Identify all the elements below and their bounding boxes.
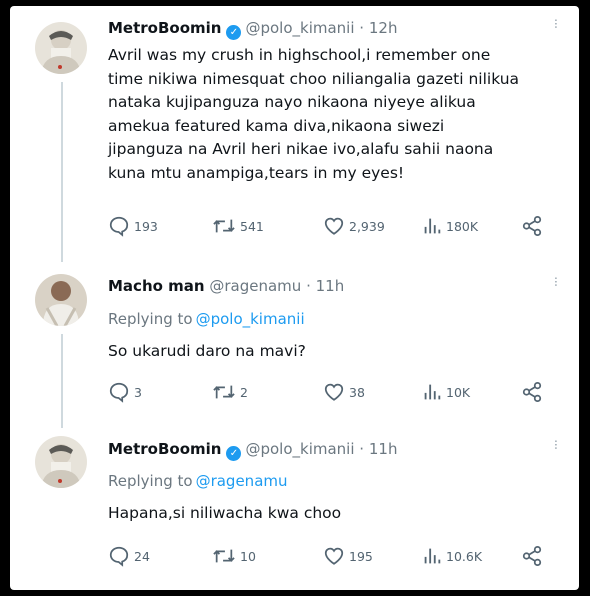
like-button[interactable]: 195 xyxy=(323,544,373,568)
tweet-actions: 3 2 38 10K xyxy=(108,380,558,404)
replying-label: Replying to xyxy=(108,472,193,490)
reply-icon xyxy=(109,382,129,403)
views-count: 10.6K xyxy=(446,548,483,564)
views-icon xyxy=(424,218,441,234)
verified-badge-icon: ✓ xyxy=(226,446,242,461)
views-icon xyxy=(424,384,441,400)
text-line: amekua featured kama diva,nikaona siwezi xyxy=(108,116,445,135)
views-button[interactable]: 10.6K xyxy=(422,544,482,568)
like-button[interactable]: 2,939 xyxy=(323,214,385,238)
avatar-image xyxy=(35,436,87,488)
more-icon[interactable]: ··· xyxy=(547,276,563,286)
retweet-icon xyxy=(213,549,235,563)
tweet-text: Avril was my crush in highschool,i remem… xyxy=(108,44,519,185)
tweet-reply[interactable]: Macho man @ragenamu · 11h ··· Replying t… xyxy=(10,258,579,420)
tweet-header: MetroBoomin ✓ @polo_kimanii · 11h xyxy=(108,440,397,461)
timestamp[interactable]: 12h xyxy=(369,19,398,37)
share-icon xyxy=(522,545,542,567)
replying-to: Replying to @ragenamu xyxy=(108,472,288,490)
avatar-image xyxy=(35,274,87,326)
text-line: nataka kujipanguza nayo nikaona niyeye a… xyxy=(108,93,476,111)
text-line: time nikiwa nimesquat choo niliangalia g… xyxy=(108,69,520,88)
replying-to-link[interactable]: @polo_kimanii xyxy=(196,310,305,328)
display-name[interactable]: Macho man xyxy=(108,277,205,295)
handle[interactable]: @polo_kimanii xyxy=(245,440,354,458)
tweet-header: Macho man @ragenamu · 11h xyxy=(108,277,344,295)
tweet-actions: 193 541 2,939 180K xyxy=(108,214,558,238)
like-count: 38 xyxy=(349,384,365,400)
retweet-icon xyxy=(213,219,235,233)
reply-button[interactable]: 24 xyxy=(108,544,150,568)
verified-badge-icon: ✓ xyxy=(226,25,242,40)
reply-icon xyxy=(109,216,129,237)
timestamp[interactable]: 11h xyxy=(369,440,398,458)
share-icon xyxy=(522,381,542,403)
separator: · xyxy=(359,19,365,37)
like-count: 195 xyxy=(349,548,373,564)
retweet-icon xyxy=(213,385,235,399)
retweet-button[interactable]: 2 xyxy=(212,380,248,404)
display-name[interactable]: MetroBoomin xyxy=(108,19,221,37)
tweet-main[interactable]: MetroBoomin ✓ @polo_kimanii · 12h ··· Avri… xyxy=(10,6,579,258)
reply-count: 24 xyxy=(134,548,150,564)
reply-count: 3 xyxy=(134,384,142,400)
separator: · xyxy=(359,440,365,458)
reply-button[interactable]: 193 xyxy=(108,214,158,238)
views-count: 180K xyxy=(446,218,479,234)
retweet-count: 2 xyxy=(240,384,248,400)
text-line: So ukarudi daro na mavi? xyxy=(108,342,306,360)
retweet-count: 10 xyxy=(240,548,256,564)
avatar[interactable] xyxy=(35,436,87,488)
tweet-text: So ukarudi daro na mavi? xyxy=(108,340,306,364)
retweet-count: 541 xyxy=(240,218,264,234)
tweet-text: Hapana,si niliwacha kwa choo xyxy=(108,502,341,526)
text-line: kuna mtu anampiga,tears in my eyes! xyxy=(108,163,405,182)
avatar[interactable] xyxy=(35,22,87,74)
share-button[interactable] xyxy=(521,214,543,238)
tweet-actions: 24 10 195 10.6K xyxy=(108,544,558,568)
heart-icon xyxy=(324,547,344,565)
views-count: 10K xyxy=(446,384,471,400)
views-button[interactable]: 180K xyxy=(422,214,478,238)
text-line: jipanguza na Avril heri nikae ivo,alafu … xyxy=(108,140,494,158)
tweet-reply[interactable]: MetroBoomin ✓ @polo_kimanii · 11h ··· Repl… xyxy=(10,420,579,590)
share-button[interactable] xyxy=(521,544,543,568)
share-button[interactable] xyxy=(521,380,543,404)
reply-count: 193 xyxy=(134,218,158,234)
handle[interactable]: @polo_kimanii xyxy=(245,19,354,37)
reply-icon xyxy=(109,546,129,567)
share-icon xyxy=(522,215,542,237)
retweet-button[interactable]: 541 xyxy=(212,214,264,238)
heart-icon xyxy=(324,217,344,235)
text-line: Hapana,si niliwacha kwa choo xyxy=(108,504,342,522)
timestamp[interactable]: 11h xyxy=(316,277,345,295)
replying-to-link[interactable]: @ragenamu xyxy=(196,472,288,490)
views-icon xyxy=(424,548,441,564)
tweet-thread-card: MetroBoomin ✓ @polo_kimanii · 12h ··· Avri… xyxy=(10,6,579,590)
replying-label: Replying to xyxy=(108,310,193,328)
reply-button[interactable]: 3 xyxy=(108,380,142,404)
replying-to: Replying to @polo_kimanii xyxy=(108,310,305,328)
text-line: Avril was my crush in highschool,i remem… xyxy=(108,46,491,64)
avatar-image xyxy=(35,22,87,74)
views-button[interactable]: 10K xyxy=(422,380,470,404)
retweet-button[interactable]: 10 xyxy=(212,544,256,568)
display-name[interactable]: MetroBoomin xyxy=(108,440,221,458)
handle[interactable]: @ragenamu xyxy=(209,277,301,295)
like-count: 2,939 xyxy=(349,218,385,234)
more-icon[interactable]: ··· xyxy=(547,439,563,449)
separator: · xyxy=(306,277,311,295)
heart-icon xyxy=(324,383,344,401)
like-button[interactable]: 38 xyxy=(323,380,365,404)
tweet-header: MetroBoomin ✓ @polo_kimanii · 12h xyxy=(108,19,397,40)
more-icon[interactable]: ··· xyxy=(547,18,563,28)
avatar[interactable] xyxy=(35,274,87,326)
